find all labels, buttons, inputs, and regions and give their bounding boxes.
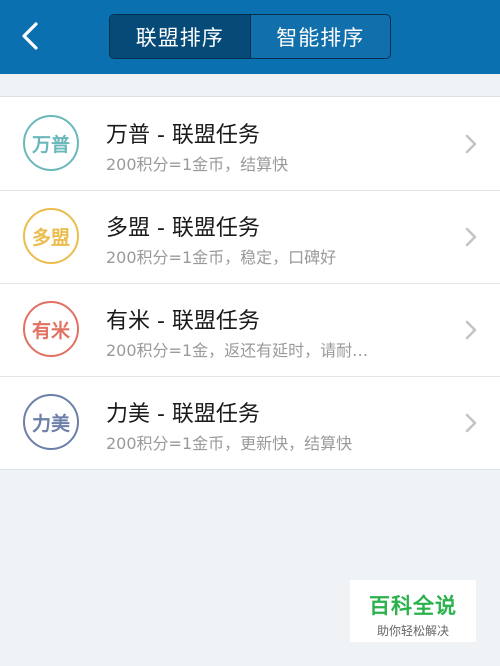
provider-badge: 多盟 <box>23 208 79 264</box>
item-subtitle: 200积分=1金，返还有延时，请耐… <box>106 341 369 360</box>
chevron-left-icon <box>22 22 38 50</box>
list-item[interactable]: 万普 万普 - 联盟任务 200积分=1金币，结算快 <box>0 97 500 190</box>
item-title: 万普 - 联盟任务 <box>106 123 260 148</box>
tab-alliance-sort[interactable]: 联盟排序 <box>110 15 250 58</box>
chevron-right-icon <box>465 134 477 154</box>
back-button[interactable] <box>14 18 50 54</box>
nav-bar: 联盟排序 智能排序 <box>0 0 500 74</box>
sort-segmented-control: 联盟排序 智能排序 <box>109 14 391 59</box>
item-title: 多盟 - 联盟任务 <box>106 216 260 241</box>
chevron-right-icon <box>465 320 477 340</box>
list-item[interactable]: 多盟 多盟 - 联盟任务 200积分=1金币，稳定，口碑好 <box>0 190 500 283</box>
item-subtitle: 200积分=1金币，结算快 <box>106 155 289 174</box>
list-item[interactable]: 力美 力美 - 联盟任务 200积分=1金币，更新快，结算快 <box>0 376 500 469</box>
item-title: 有米 - 联盟任务 <box>106 309 260 334</box>
provider-badge: 力美 <box>23 394 79 450</box>
watermark-slogan: 助你轻松解决 <box>376 624 449 638</box>
tab-smart-sort[interactable]: 智能排序 <box>249 15 391 58</box>
provider-badge: 万普 <box>23 115 79 171</box>
chevron-right-icon <box>465 227 477 247</box>
page: 联盟排序 智能排序 万普 万普 - 联盟任务 200积分=1金币，结算快 多盟 … <box>0 0 500 666</box>
provider-badge: 有米 <box>23 301 79 357</box>
item-subtitle: 200积分=1金币，稳定，口碑好 <box>106 248 337 267</box>
chevron-right-icon <box>465 413 477 433</box>
watermark-title: 百科全说 <box>369 594 457 618</box>
list-item[interactable]: 有米 有米 - 联盟任务 200积分=1金，返还有延时，请耐… <box>0 283 500 376</box>
task-list: 万普 万普 - 联盟任务 200积分=1金币，结算快 多盟 多盟 - 联盟任务 … <box>0 96 500 470</box>
item-title: 力美 - 联盟任务 <box>106 402 260 427</box>
watermark-logo: 百科全说 助你轻松解决 <box>350 580 476 642</box>
item-subtitle: 200积分=1金币，更新快，结算快 <box>106 434 353 453</box>
